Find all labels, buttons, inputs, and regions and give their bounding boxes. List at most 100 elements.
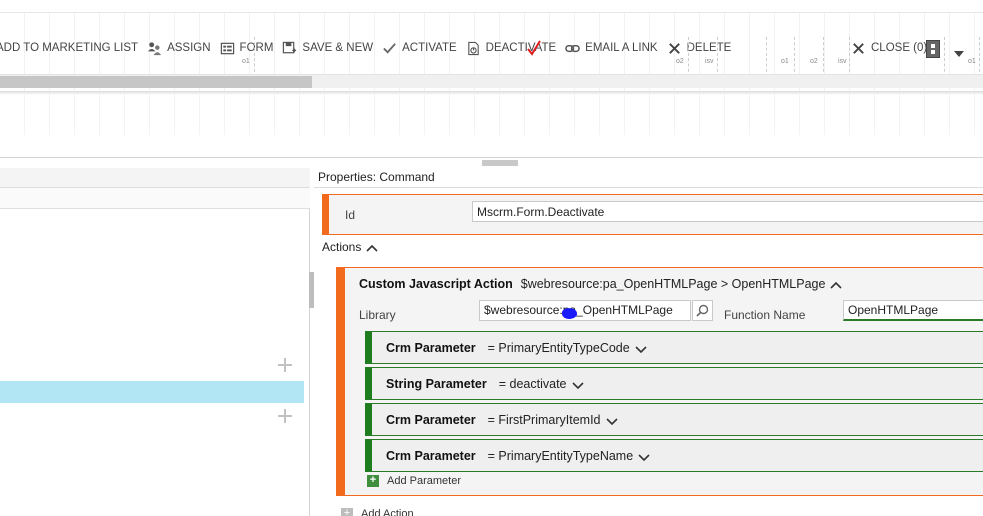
activate-label: ACTIVATE: [402, 42, 457, 54]
add-to-marketing-list-button[interactable]: ADD TO MARKETING LIST: [0, 37, 138, 59]
parameter-row[interactable]: Crm Parameter = FirstPrimaryItemId: [365, 403, 983, 436]
form-icon: [219, 40, 236, 57]
parameter-value: = PrimaryEntityTypeCode: [487, 340, 630, 355]
segment-label: o1: [968, 58, 976, 65]
activate-button[interactable]: ACTIVATE: [381, 37, 457, 59]
custom-javascript-action: Custom Javascript Action $webresource:pa…: [336, 267, 983, 496]
ribbon-separator: [823, 37, 824, 77]
id-label: Id: [345, 208, 356, 222]
segment-label: isv: [838, 58, 847, 65]
action-title: Custom Javascript Action $webresource:pa…: [359, 277, 843, 291]
parameter-type: Crm Parameter: [386, 340, 476, 355]
ribbon-top-strip: [0, 0, 983, 13]
left-pane-header: [0, 168, 310, 188]
close-button[interactable]: CLOSE (0): [850, 37, 927, 59]
ribbon-scrollbar-thumb[interactable]: [0, 76, 312, 88]
id-row: Id: [322, 194, 983, 235]
save-new-icon: [281, 40, 298, 57]
ribbon-preview-grid: [0, 95, 983, 135]
delete-x-icon: [666, 40, 683, 57]
segment-label: o2: [676, 58, 684, 65]
close-x-icon: [850, 40, 867, 57]
parameter-type: String Parameter: [386, 376, 487, 391]
parameter-value: = PrimaryEntityTypeName: [487, 448, 634, 463]
deactivate-label: DEACTIVATE: [485, 42, 557, 54]
assign-users-icon: [146, 40, 163, 57]
id-field[interactable]: [472, 201, 983, 222]
plus-icon: +: [341, 508, 353, 516]
ribbon-separator: [944, 37, 945, 77]
checkmark-icon: [381, 40, 398, 57]
ribbon-separator: [254, 37, 255, 77]
deactivate-button[interactable]: DEACTIVATE: [465, 37, 557, 59]
ribbon-separator: [688, 37, 689, 77]
library-value-suffix: _OpenHTMLPage: [576, 303, 673, 317]
segment-label: o2: [810, 58, 818, 65]
overflow-icon[interactable]: [926, 40, 940, 58]
selected-tree-row[interactable]: [0, 381, 304, 403]
chevron-down-icon[interactable]: [637, 451, 651, 461]
assign-label: ASSIGN: [167, 42, 211, 54]
save-new-button[interactable]: SAVE & NEW: [281, 37, 373, 59]
action-path: $webresource:pa_OpenHTMLPage > OpenHTMLP…: [520, 277, 826, 291]
ribbon-separator: [979, 37, 980, 77]
add-icon[interactable]: [277, 408, 293, 424]
add-to-marketing-list-label: ADD TO MARKETING LIST: [0, 42, 139, 54]
library-field[interactable]: $webresource:pa_OpenHTMLPage: [479, 300, 691, 321]
add-action-button[interactable]: + Add Action: [341, 508, 414, 516]
action-type-label: Custom Javascript Action: [359, 277, 513, 291]
delete-label: DELETE: [686, 42, 732, 54]
splitter-handle[interactable]: [482, 160, 518, 166]
actions-header[interactable]: Actions: [322, 240, 379, 254]
parameter-row[interactable]: Crm Parameter = PrimaryEntityTypeCode: [365, 331, 983, 364]
parameter-value: = FirstPrimaryItemId: [487, 412, 601, 427]
segment-label: o1: [781, 58, 789, 65]
properties-pane: Properties: Command Id Actions Custom Ja…: [314, 168, 983, 516]
chevron-up-icon[interactable]: [365, 242, 379, 252]
function-name-label: Function Name: [724, 308, 806, 322]
parameter-type: Crm Parameter: [386, 412, 476, 427]
ribbon-buttons: ADD TO MARKETING LIST ASSIGN FORM SAVE &…: [0, 37, 739, 59]
plus-icon: +: [367, 475, 379, 487]
email-a-link-label: EMAIL A LINK: [585, 42, 658, 54]
segment-label: o1: [242, 58, 250, 65]
red-checkmark-icon: [526, 40, 541, 56]
search-icon[interactable]: [692, 300, 713, 321]
ribbon-separator: [849, 37, 850, 77]
left-pane-subheader: [0, 188, 310, 209]
ribbon-separator: [766, 37, 767, 77]
ribbon-separator: [794, 37, 795, 77]
save-new-label: SAVE & NEW: [302, 42, 374, 54]
parameter-type: Crm Parameter: [386, 448, 476, 463]
pane-separator: [0, 157, 983, 158]
add-parameter-button[interactable]: + Add Parameter: [367, 475, 461, 487]
close-label: CLOSE (0): [871, 42, 928, 54]
properties-title: Properties: Command: [318, 170, 435, 184]
parameter-row[interactable]: Crm Parameter = PrimaryEntityTypeName: [365, 439, 983, 472]
chevron-down-icon[interactable]: [634, 343, 648, 353]
link-icon: [564, 40, 581, 57]
chevron-down-icon[interactable]: [954, 46, 964, 60]
actions-label: Actions: [322, 240, 362, 254]
parameter-row[interactable]: String Parameter = deactivate: [365, 367, 983, 400]
form-label: FORM: [239, 42, 274, 54]
chevron-down-icon[interactable]: [605, 415, 619, 425]
left-tree-pane: [0, 168, 310, 516]
deactivate-icon: [465, 40, 482, 57]
function-name-field[interactable]: [843, 300, 983, 321]
properties-divider: [314, 187, 983, 188]
add-action-label: Add Action: [361, 508, 414, 516]
chevron-down-icon[interactable]: [571, 379, 585, 389]
redaction-scribble: [561, 307, 578, 320]
form-button[interactable]: FORM: [219, 37, 274, 59]
command-ribbon: ADD TO MARKETING LIST ASSIGN FORM SAVE &…: [0, 13, 983, 93]
ribbon-separator: [717, 37, 718, 77]
email-a-link-button[interactable]: EMAIL A LINK: [564, 37, 658, 59]
chevron-up-icon[interactable]: [829, 279, 843, 289]
add-icon[interactable]: [277, 357, 293, 373]
assign-button[interactable]: ASSIGN: [146, 37, 211, 59]
library-label: Library: [359, 308, 396, 322]
parameter-value: = deactivate: [498, 376, 567, 391]
delete-button[interactable]: DELETE: [666, 37, 732, 59]
segment-label: isv: [705, 58, 714, 65]
